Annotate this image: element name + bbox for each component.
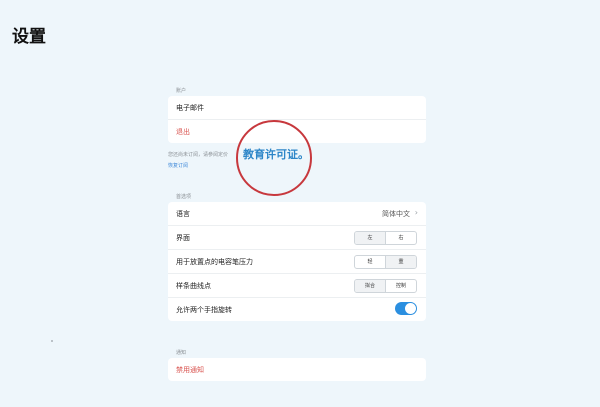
pressure-row: 用于放置点的电容笔压力 轻 重 (168, 250, 426, 274)
pressure-label: 用于放置点的电容笔压力 (176, 258, 253, 266)
pressure-option-heavy[interactable]: 重 (385, 256, 416, 268)
language-label: 语言 (176, 210, 190, 218)
interface-segmented-control: 左 右 (354, 231, 417, 245)
logout-label: 退出 (176, 128, 190, 136)
interface-label: 界面 (176, 234, 190, 242)
subscription-note: 您还尚未订阅，请参阅定价 (168, 152, 229, 158)
preferences-section-label: 首选项 (176, 194, 192, 200)
spline-option-control[interactable]: 控制 (385, 280, 416, 292)
pressure-option-light[interactable]: 轻 (355, 256, 385, 268)
spline-label: 样条曲线点 (176, 282, 211, 290)
notifications-card: 禁用通知 (168, 358, 426, 381)
education-license-text: 教育许可证。 (243, 148, 309, 161)
page-title: 设置 (12, 27, 46, 47)
toggle-knob (405, 303, 416, 314)
two-finger-label: 允许两个手指旋转 (176, 306, 232, 314)
account-section-label: 账户 (176, 88, 187, 94)
two-finger-row: 允许两个手指旋转 (168, 298, 426, 321)
spline-option-fit[interactable]: 拟合 (355, 280, 385, 292)
language-value: 简体中文 (382, 210, 410, 218)
email-row[interactable]: 电子邮件 (168, 96, 426, 120)
language-row[interactable]: 语言 简体中文 › (168, 202, 426, 226)
spline-row: 样条曲线点 拟合 控制 (168, 274, 426, 298)
spline-segmented-control: 拟合 控制 (354, 279, 417, 293)
interface-row: 界面 左 右 (168, 226, 426, 250)
disable-notifications-label: 禁用通知 (176, 366, 204, 374)
notifications-section-label: 通知 (176, 350, 187, 356)
restore-subscription-link[interactable]: 恢复订阅 (168, 162, 188, 169)
pressure-segmented-control: 轻 重 (354, 255, 417, 269)
two-finger-toggle[interactable] (395, 302, 417, 315)
chevron-right-icon: › (414, 208, 418, 217)
email-label: 电子邮件 (176, 104, 204, 112)
preferences-card: 语言 简体中文 › 界面 左 右 用于放置点的电容笔压力 轻 重 样条曲线点 拟… (168, 202, 426, 321)
interface-option-left[interactable]: 左 (355, 232, 385, 244)
stray-dot (51, 340, 53, 342)
disable-notifications-row[interactable]: 禁用通知 (168, 358, 426, 381)
interface-option-right[interactable]: 右 (385, 232, 416, 244)
